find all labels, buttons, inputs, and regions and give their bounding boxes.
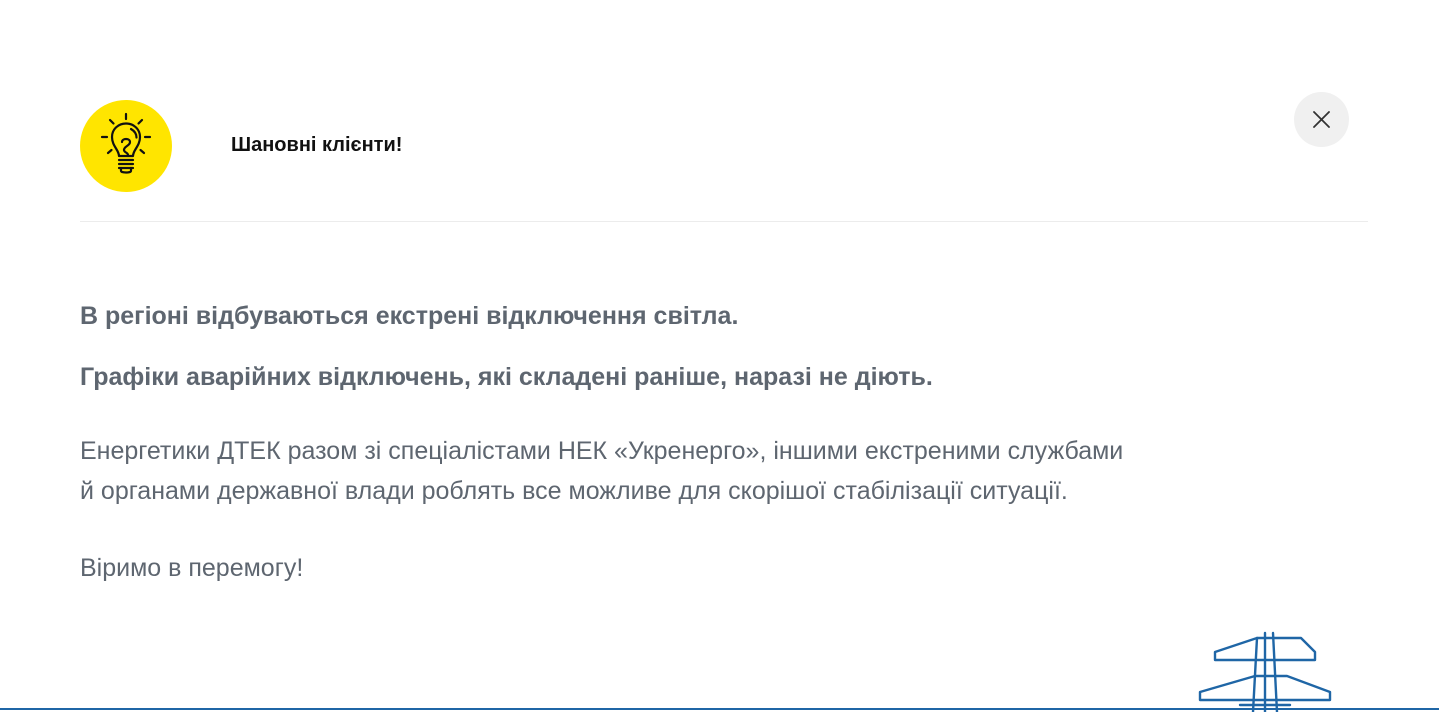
- modal-body: В регіоні відбуваються екстрені відключе…: [80, 296, 1320, 588]
- close-button[interactable]: [1294, 92, 1349, 147]
- info-paragraph: Енергетики ДТЕК разом зі спеціалістами Н…: [80, 431, 1320, 511]
- schedule-notice: Графіки аварійних відключень, які складе…: [80, 363, 933, 391]
- outage-notice: В регіоні відбуваються екстрені відключе…: [80, 302, 739, 330]
- alert-modal: Шановні клієнти! В регіоні відбуваються …: [0, 0, 1439, 712]
- bottom-accent-line: [0, 708, 1439, 710]
- closing-text: Віримо в перемогу!: [80, 554, 304, 582]
- lightbulb-icon: [80, 100, 172, 192]
- info-paragraph-line: й органами державної влади роблять все м…: [80, 477, 1068, 505]
- modal-title: Шановні клієнти!: [231, 134, 403, 156]
- info-paragraph-line: Енергетики ДТЕК разом зі спеціалістами Н…: [80, 437, 1124, 465]
- power-tower-icon: [1198, 631, 1332, 712]
- modal-header: Шановні клієнти!: [80, 100, 1368, 192]
- close-icon: [1313, 111, 1330, 128]
- header-divider: [80, 221, 1368, 222]
